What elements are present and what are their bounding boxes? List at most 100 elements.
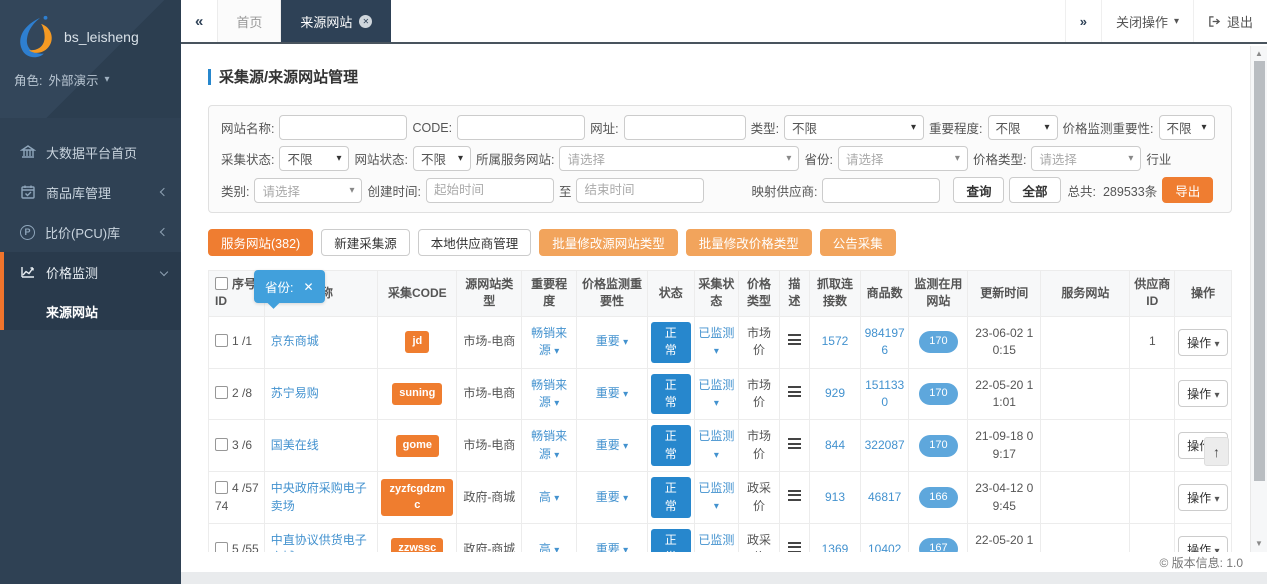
collect-status-dropdown[interactable]: 已监测 ▾ bbox=[698, 378, 734, 409]
scroll-up-icon[interactable]: ▲ bbox=[1251, 48, 1267, 60]
row-actions-button[interactable]: 操作 ▾ bbox=[1178, 380, 1228, 407]
importance-dropdown[interactable]: 畅销来源 ▾ bbox=[531, 326, 567, 357]
new-source-button[interactable]: 新建采集源 bbox=[321, 229, 410, 256]
sidebar-item-pcu-library[interactable]: P 比价(PCU)库 bbox=[0, 212, 181, 252]
links-count-link[interactable]: 929 bbox=[825, 386, 845, 400]
map-supplier-input[interactable] bbox=[822, 178, 940, 203]
scroll-down-icon[interactable]: ▼ bbox=[1251, 538, 1267, 550]
code-input[interactable] bbox=[457, 115, 585, 140]
col-status: 状态 bbox=[647, 271, 694, 317]
monitor-sites-pill[interactable]: 167 bbox=[919, 538, 957, 552]
site-name-link[interactable]: 中央政府采购电子卖场 bbox=[271, 481, 367, 512]
local-supplier-button[interactable]: 本地供应商管理 bbox=[418, 229, 532, 256]
links-count-link[interactable]: 1572 bbox=[822, 334, 849, 348]
export-button[interactable]: 导出 bbox=[1162, 177, 1213, 203]
tab-source-sites[interactable]: 来源网站 ✕ bbox=[281, 0, 391, 42]
monitor-sites-pill[interactable]: 170 bbox=[919, 331, 957, 353]
row-checkbox[interactable] bbox=[215, 438, 228, 451]
select-all-checkbox[interactable] bbox=[215, 277, 228, 290]
price-importance-dropdown[interactable]: 重要 ▾ bbox=[596, 334, 628, 348]
description-list-icon[interactable] bbox=[788, 490, 801, 501]
importance-select[interactable]: 不限 ▾ bbox=[988, 115, 1058, 140]
collapse-tabs-icon[interactable]: « bbox=[181, 0, 217, 42]
sidebar-subitem-source-sites[interactable]: 来源网站 bbox=[4, 292, 181, 330]
monitor-sites-pill[interactable]: 170 bbox=[919, 383, 957, 405]
collect-status-dropdown[interactable]: 已监测 ▾ bbox=[698, 533, 734, 552]
end-time-input[interactable] bbox=[576, 178, 704, 203]
row-actions-button[interactable]: 操作 ▾ bbox=[1178, 536, 1228, 552]
products-count-link[interactable]: 9841976 bbox=[865, 326, 905, 357]
logout-button[interactable]: 退出 bbox=[1193, 0, 1267, 42]
site-name-link[interactable]: 京东商城 bbox=[271, 334, 319, 348]
links-count-link[interactable]: 844 bbox=[825, 438, 845, 452]
products-count-link[interactable]: 322087 bbox=[865, 438, 905, 452]
row-checkbox[interactable] bbox=[215, 542, 228, 552]
expand-tabs-icon[interactable]: » bbox=[1065, 0, 1101, 42]
price-importance-select[interactable]: 不限 ▾ bbox=[1159, 115, 1215, 140]
vertical-scrollbar[interactable]: ▲ ▼ bbox=[1250, 46, 1267, 552]
description-list-icon[interactable] bbox=[788, 438, 801, 449]
price-importance-cell: 重要 ▾ bbox=[576, 420, 647, 472]
category-select[interactable]: 请选择 ▾ bbox=[254, 178, 362, 203]
monitor-sites-pill[interactable]: 166 bbox=[919, 487, 957, 509]
price-importance-dropdown[interactable]: 重要 ▾ bbox=[596, 438, 628, 452]
row-checkbox[interactable] bbox=[215, 334, 228, 347]
products-count-link[interactable]: 10402 bbox=[868, 542, 901, 552]
service-site-select[interactable]: 请选择 ▾ bbox=[559, 146, 799, 171]
service-site-cell bbox=[1041, 420, 1130, 472]
products-count-link[interactable]: 1511330 bbox=[865, 378, 904, 409]
products-count-link[interactable]: 46817 bbox=[868, 490, 901, 504]
start-time-input[interactable] bbox=[426, 178, 554, 203]
price-importance-dropdown[interactable]: 重要 ▾ bbox=[596, 490, 628, 504]
type-select[interactable]: 不限 ▾ bbox=[784, 115, 924, 140]
importance-dropdown[interactable]: 畅销来源 ▾ bbox=[531, 429, 567, 460]
batch-price-type-button[interactable]: 批量修改价格类型 bbox=[686, 229, 812, 256]
monitor-sites-pill[interactable]: 170 bbox=[919, 435, 957, 457]
collect-status-dropdown[interactable]: 已监测 ▾ bbox=[698, 481, 734, 512]
sidebar-item-bigdata-home[interactable]: 大数据平台首页 bbox=[0, 132, 181, 172]
all-button[interactable]: 全部 bbox=[1009, 177, 1060, 203]
row-checkbox[interactable] bbox=[215, 386, 228, 399]
batch-site-type-button[interactable]: 批量修改源网站类型 bbox=[539, 229, 678, 256]
search-button[interactable]: 查询 bbox=[953, 177, 1004, 203]
description-list-icon[interactable] bbox=[788, 386, 801, 397]
tab-close-icon[interactable]: ✕ bbox=[359, 15, 372, 28]
importance-dropdown[interactable]: 高 ▾ bbox=[539, 490, 559, 504]
description-cell bbox=[779, 368, 809, 420]
tab-home[interactable]: 首页 bbox=[217, 0, 281, 42]
total-count: 289533条 bbox=[1103, 181, 1157, 200]
province-select[interactable]: 请选择 ▾ bbox=[838, 146, 968, 171]
links-cell: 929 bbox=[810, 368, 861, 420]
row-checkbox[interactable] bbox=[215, 481, 228, 494]
site-name-input[interactable] bbox=[279, 115, 407, 140]
links-count-link[interactable]: 1369 bbox=[822, 542, 849, 552]
site-name-link[interactable]: 苏宁易购 bbox=[271, 386, 319, 400]
site-name-link[interactable]: 中直协议供货电子商城 bbox=[271, 533, 367, 552]
price-type-select[interactable]: 请选择 ▾ bbox=[1031, 146, 1141, 171]
role-switcher[interactable]: 角色: 外部演示 ▾ bbox=[14, 70, 169, 89]
description-list-icon[interactable] bbox=[788, 542, 801, 552]
description-list-icon[interactable] bbox=[788, 334, 801, 345]
collect-status-dropdown[interactable]: 已监测 ▾ bbox=[698, 429, 734, 460]
row-actions-button[interactable]: 操作 ▾ bbox=[1178, 329, 1228, 356]
sidebar-item-price-monitor[interactable]: 价格监测 bbox=[4, 252, 181, 292]
collect-status-select[interactable]: 不限 ▾ bbox=[279, 146, 349, 171]
back-to-top-button[interactable]: ↑ bbox=[1204, 437, 1229, 466]
service-sites-button[interactable]: 服务网站(382) bbox=[208, 229, 313, 256]
close-actions-dropdown[interactable]: 关闭操作 ▾ bbox=[1101, 0, 1193, 42]
site-status-select[interactable]: 不限 ▾ bbox=[413, 146, 471, 171]
collect-status-dropdown[interactable]: 已监测 ▾ bbox=[698, 326, 734, 357]
importance-dropdown[interactable]: 畅销来源 ▾ bbox=[531, 378, 567, 409]
tooltip-close-icon[interactable]: ✕ bbox=[303, 280, 313, 294]
price-importance-dropdown[interactable]: 重要 ▾ bbox=[596, 386, 628, 400]
price-importance-dropdown[interactable]: 重要 ▾ bbox=[596, 542, 628, 552]
links-count-link[interactable]: 913 bbox=[825, 490, 845, 504]
url-input[interactable] bbox=[624, 115, 746, 140]
sidebar-item-product-library[interactable]: 商品库管理 bbox=[0, 172, 181, 212]
importance-dropdown[interactable]: 高 ▾ bbox=[539, 542, 559, 552]
site-name-link[interactable]: 国美在线 bbox=[271, 438, 319, 452]
row-actions-button[interactable]: 操作 ▾ bbox=[1178, 484, 1228, 511]
scrollbar-thumb[interactable] bbox=[1254, 61, 1265, 481]
notice-collect-button[interactable]: 公告采集 bbox=[820, 229, 896, 256]
status-badge: 正常 bbox=[651, 374, 691, 415]
